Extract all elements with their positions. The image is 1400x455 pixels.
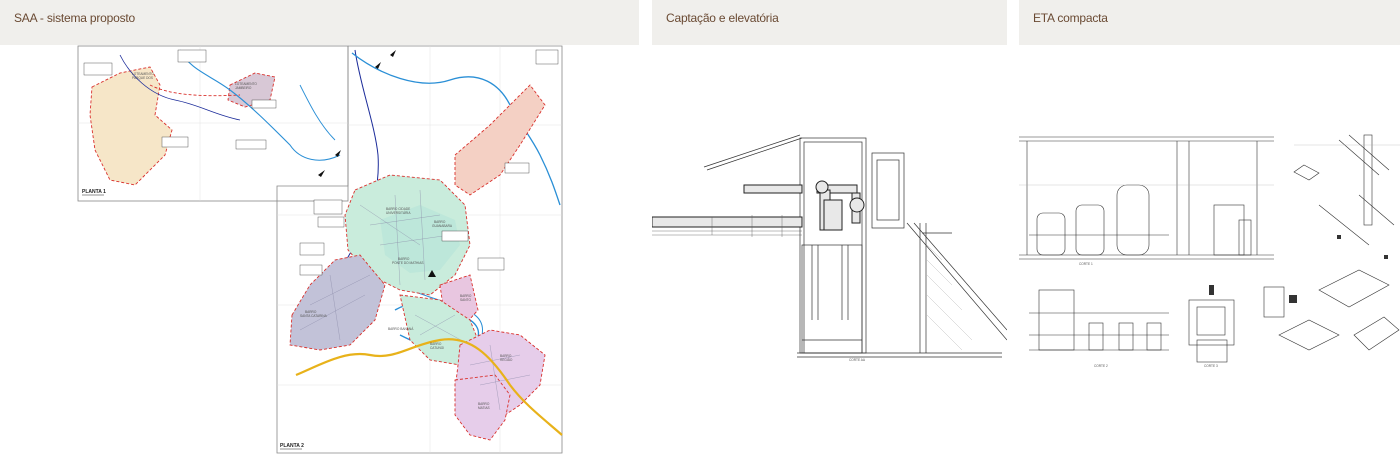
saa-map-image[interactable]: LOTEAMENTO PARQUE DOS LOTEAMENTO JAMBEIR… [0, 45, 639, 455]
svg-text:SANTO: SANTO [460, 298, 471, 302]
eta-technical-sheet: CORTE 1 CORTE 2 CORTE 3 [1019, 134, 1400, 368]
svg-text:GUANABARA: GUANABARA [432, 224, 453, 228]
plan-label-2: PLANTA 2 [280, 443, 304, 449]
eta-label-1: CORTE 1 [1079, 262, 1093, 266]
gallery-panel-captacao[interactable]: Captação e elevatória CORTE AA [652, 0, 1007, 455]
captacao-cross-section: CORTE AA [652, 134, 1007, 362]
svg-text:PONTE DO MATHIAS: PONTE DO MATHIAS [392, 261, 423, 265]
captacao-drawing-image[interactable]: CORTE AA [652, 45, 1007, 455]
plan-label-1: PLANTA 1 [82, 189, 106, 195]
eta-drawing-image[interactable]: CORTE 1 CORTE 2 CORTE 3 [1019, 45, 1400, 455]
svg-text:UNIVERSITÁRIA: UNIVERSITÁRIA [386, 211, 411, 215]
project-gallery: SAA - sistema proposto LOTEAMENTO PARQUE… [0, 0, 1400, 455]
svg-text:PARQUE DOS: PARQUE DOS [132, 76, 153, 80]
panel-title-captacao[interactable]: Captação e elevatória [652, 0, 1007, 45]
svg-text:MATIAS: MATIAS [478, 406, 490, 410]
svg-text:CATUNGI: CATUNGI [430, 346, 444, 350]
svg-text:JAMBEIRO: JAMBEIRO [235, 86, 252, 90]
captacao-section-label: CORTE AA [849, 358, 866, 362]
gallery-panel-saa[interactable]: SAA - sistema proposto LOTEAMENTO PARQUE… [0, 0, 639, 455]
eta-label-2: CORTE 2 [1094, 364, 1108, 368]
gallery-panel-eta[interactable]: ETA compacta CORTE 1 CORTE 2 CORTE 3 [1019, 0, 1400, 455]
panel-title-saa[interactable]: SAA - sistema proposto [0, 0, 639, 45]
eta-label-3: CORTE 3 [1204, 364, 1218, 368]
svg-text:BARRO BANANÁ: BARRO BANANÁ [388, 327, 414, 331]
svg-text:REGIÃO: REGIÃO [500, 357, 513, 362]
saa-map-drawing: LOTEAMENTO PARQUE DOS LOTEAMENTO JAMBEIR… [77, 45, 563, 454]
svg-text:SANTA CATARINA: SANTA CATARINA [300, 314, 328, 318]
panel-title-eta[interactable]: ETA compacta [1019, 0, 1400, 45]
